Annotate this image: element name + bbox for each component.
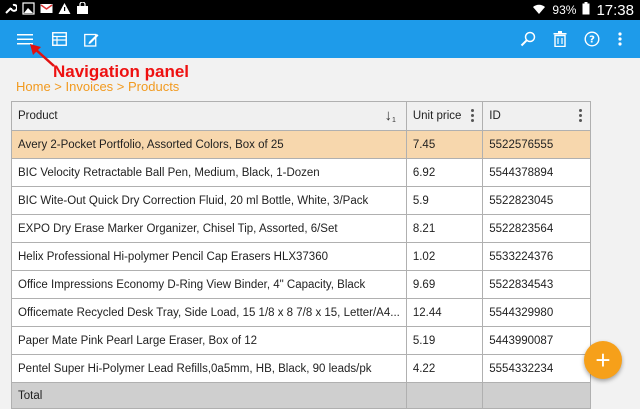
table-row[interactable]: Pentel Super Hi-Polymer Lead Refills,0a5… <box>11 354 591 383</box>
cell-product: Avery 2-Pocket Portfolio, Assorted Color… <box>11 130 407 159</box>
cell-id: 5522576555 <box>482 130 591 159</box>
column-header-id[interactable]: ID <box>482 101 591 131</box>
cell-id: 5544378894 <box>482 158 591 187</box>
table-row[interactable]: EXPO Dry Erase Marker Organizer, Chisel … <box>11 214 591 243</box>
cell-product: BIC Wite-Out Quick Dry Correction Fluid,… <box>11 186 407 215</box>
status-bar: 93% 17:38 <box>0 0 640 20</box>
breadcrumb[interactable]: Home > Invoices > Products <box>16 79 179 94</box>
cell-product: Helix Professional Hi-polymer Pencil Cap… <box>11 242 407 271</box>
table-row[interactable]: Paper Mate Pink Pearl Large Eraser, Box … <box>11 326 591 355</box>
shopping-bag-icon <box>76 1 89 15</box>
table-header-row: Product ↓1 Unit price ID <box>11 101 591 131</box>
system-status: 93% 17:38 <box>532 0 634 20</box>
total-unit-price <box>405 382 484 409</box>
cell-product: EXPO Dry Erase Marker Organizer, Chisel … <box>11 214 407 243</box>
clock: 17:38 <box>596 1 634 19</box>
help-icon[interactable]: ? <box>581 28 603 50</box>
cell-id: 5522823564 <box>482 214 591 243</box>
cell-product: BIC Velocity Retractable Ball Pen, Mediu… <box>11 158 407 187</box>
table-row[interactable]: Avery 2-Pocket Portfolio, Assorted Color… <box>11 130 591 159</box>
cell-unit-price: 1.02 <box>405 242 484 271</box>
column-label: ID <box>489 110 501 122</box>
cell-id: 5522834543 <box>482 270 591 299</box>
table-body: Avery 2-Pocket Portfolio, Assorted Color… <box>11 130 591 383</box>
table-row[interactable]: Officemate Recycled Desk Tray, Side Load… <box>11 298 591 327</box>
cell-product: Officemate Recycled Desk Tray, Side Load… <box>11 298 407 327</box>
column-header-product[interactable]: Product ↓1 <box>11 101 407 131</box>
products-table: Product ↓1 Unit price ID Avery 2-Pocket … <box>11 101 591 409</box>
column-menu-icon[interactable] <box>579 109 582 124</box>
add-button[interactable]: + <box>584 341 622 379</box>
table-row[interactable]: Helix Professional Hi-polymer Pencil Cap… <box>11 242 591 271</box>
notification-icons <box>4 1 89 15</box>
cell-unit-price: 6.92 <box>405 158 484 187</box>
cell-product: Pentel Super Hi-Polymer Lead Refills,0a5… <box>11 354 407 383</box>
cell-unit-price: 5.19 <box>405 326 484 355</box>
cell-unit-price: 8.21 <box>405 214 484 243</box>
cell-id: 5554332234 <box>482 354 591 383</box>
total-label: Total <box>11 382 407 409</box>
cell-id: 5443990087 <box>482 326 591 355</box>
column-label: Product <box>18 110 58 122</box>
wifi-icon <box>532 3 546 18</box>
cell-id: 5533224376 <box>482 242 591 271</box>
edit-icon[interactable] <box>80 28 102 50</box>
total-row: Total <box>11 382 591 409</box>
cell-unit-price: 5.9 <box>405 186 484 215</box>
svg-text:?: ? <box>589 35 595 46</box>
cell-product: Office Impressions Economy D-Ring View B… <box>11 270 407 299</box>
wrench-icon <box>4 2 18 15</box>
trash-icon[interactable] <box>549 28 571 50</box>
column-menu-icon[interactable] <box>471 109 475 124</box>
battery-percent: 93% <box>552 3 577 17</box>
app-toolbar: ? <box>0 20 640 58</box>
cell-unit-price: 12.44 <box>405 298 484 327</box>
total-id <box>482 382 591 409</box>
picture-icon <box>22 2 35 15</box>
battery-icon <box>582 2 590 18</box>
table-row[interactable]: BIC Velocity Retractable Ball Pen, Mediu… <box>11 158 591 187</box>
warning-icon <box>58 2 71 15</box>
more-icon[interactable] <box>609 28 631 50</box>
cell-id: 5522823045 <box>482 186 591 215</box>
sort-desc-icon[interactable]: ↓1 <box>384 107 395 124</box>
cell-id: 5544329980 <box>482 298 591 327</box>
gmail-icon <box>40 2 53 15</box>
cell-product: Paper Mate Pink Pearl Large Eraser, Box … <box>11 326 407 355</box>
cell-unit-price: 9.69 <box>405 270 484 299</box>
cell-unit-price: 4.22 <box>405 354 484 383</box>
table-row[interactable]: BIC Wite-Out Quick Dry Correction Fluid,… <box>11 186 591 215</box>
column-label: Unit price <box>412 110 462 122</box>
search-icon[interactable] <box>517 28 539 50</box>
table-row[interactable]: Office Impressions Economy D-Ring View B… <box>11 270 591 299</box>
annotation-arrow <box>30 44 55 67</box>
cell-unit-price: 7.45 <box>405 130 484 159</box>
column-header-unit-price[interactable]: Unit price <box>405 101 484 131</box>
